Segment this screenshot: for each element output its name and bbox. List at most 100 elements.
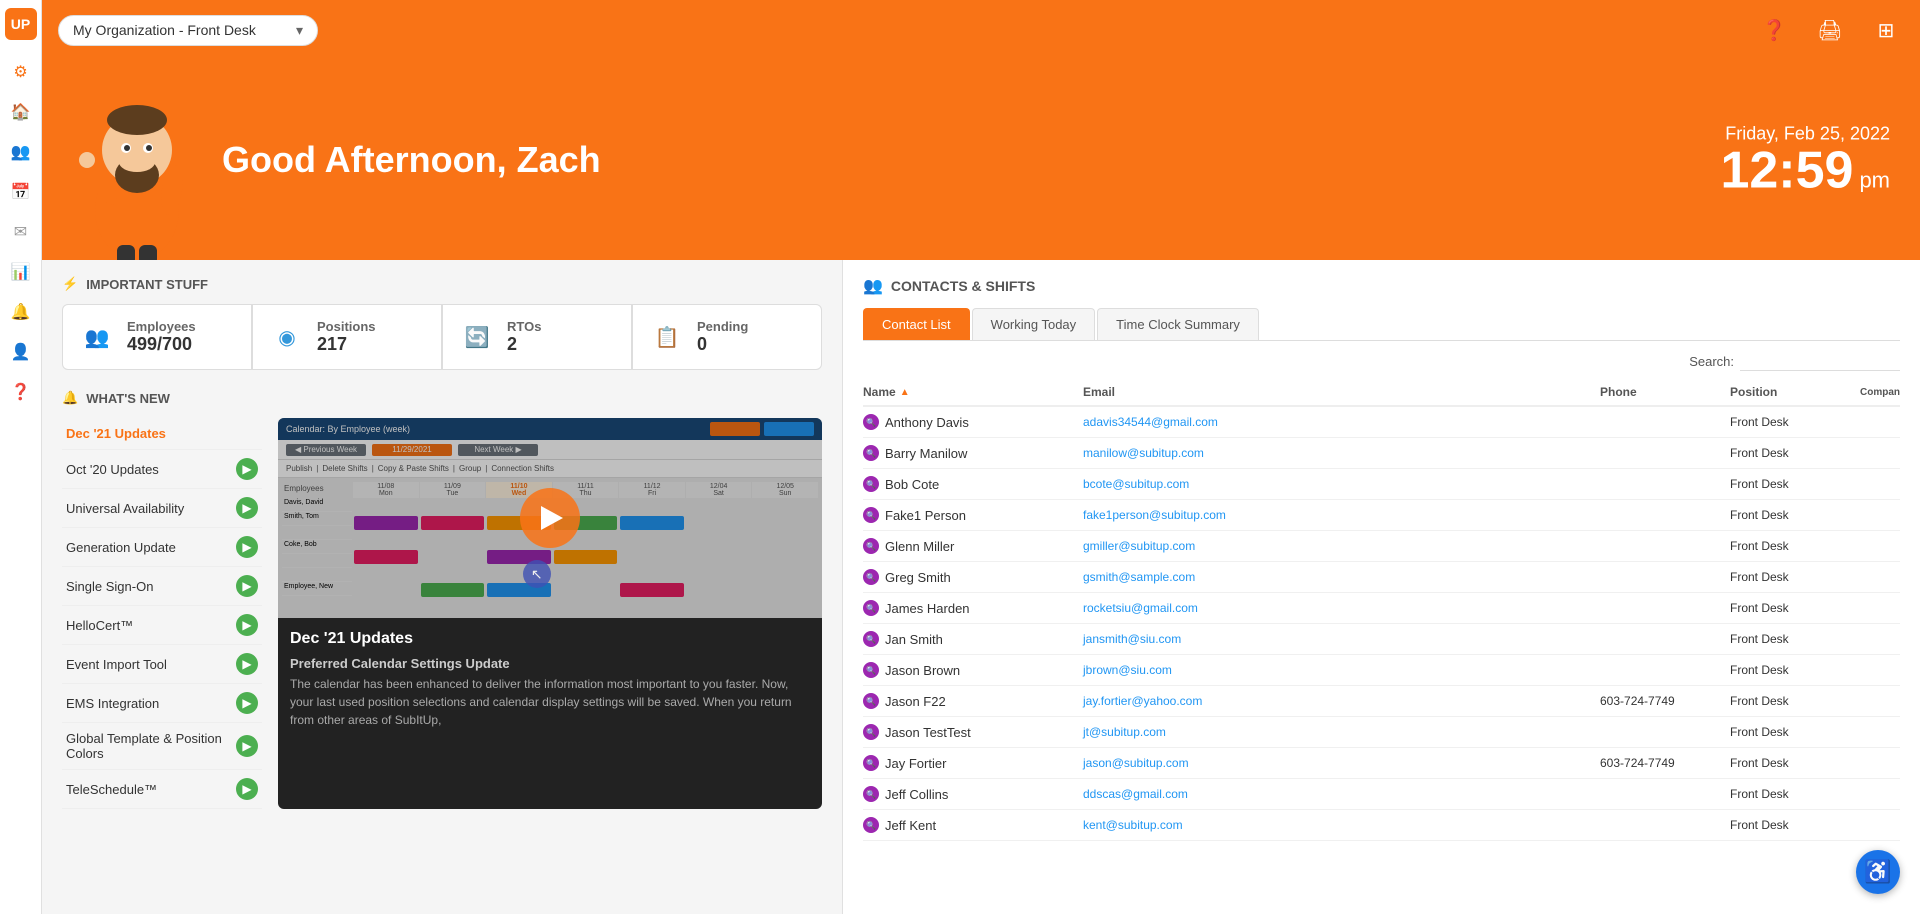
bell-icon: 🔔 [62, 390, 78, 406]
hero-banner: Good Afternoon, Zach Friday, Feb 25, 202… [42, 60, 1920, 260]
contact-search-icon-3[interactable]: 🔍 [863, 507, 879, 523]
td-position-5: Front Desk [1730, 570, 1860, 584]
stat-employees[interactable]: 👥 Employees 499/700 [63, 305, 251, 369]
news-item-label-universal: Universal Availability [66, 501, 184, 516]
table-row[interactable]: 🔍 Jan Smith jansmith@siu.com Front Desk [863, 624, 1900, 655]
accessibility-button[interactable]: ♿ [1856, 850, 1900, 894]
td-name-0: 🔍 Anthony Davis [863, 414, 1083, 430]
table-row[interactable]: 🔍 Jason F22 jay.fortier@yahoo.com 603-72… [863, 686, 1900, 717]
table-row[interactable]: 🔍 James Harden rocketsiu@gmail.com Front… [863, 593, 1900, 624]
tab-contact-list[interactable]: Contact List [863, 308, 970, 340]
td-name-6: 🔍 James Harden [863, 600, 1083, 616]
sidebar-icon-person[interactable]: 👤 [3, 334, 39, 370]
positions-label: Positions [317, 319, 376, 334]
table-row[interactable]: 🔍 Anthony Davis adavis34544@gmail.com Fr… [863, 407, 1900, 438]
sidebar-icon-question[interactable]: ❓ [3, 374, 39, 410]
news-item-event-import[interactable]: Event Import Tool ▶ [62, 645, 262, 684]
org-selector[interactable]: My Organization - Front Desk ▾ [58, 15, 318, 46]
tab-working-today[interactable]: Working Today [972, 308, 1096, 340]
print-icon[interactable]: 🖨 [1812, 12, 1848, 48]
td-position-13: Front Desk [1730, 818, 1860, 832]
whats-new-header: 🔔 WHAT'S NEW [62, 390, 822, 406]
td-phone-11: 603-724-7749 [1600, 756, 1730, 770]
video-thumbnail[interactable]: Calendar: By Employee (week) ◀ Previous … [278, 418, 822, 618]
video-subtitle: Preferred Calendar Settings Update [290, 656, 810, 671]
td-position-8: Front Desk [1730, 663, 1860, 677]
contact-search-icon-12[interactable]: 🔍 [863, 786, 879, 802]
contact-search-icon-5[interactable]: 🔍 [863, 569, 879, 585]
stat-positions[interactable]: ◉ Positions 217 [253, 305, 441, 369]
play-button[interactable] [520, 488, 580, 548]
table-row[interactable]: 🔍 Jeff Kent kent@subitup.com Front Desk [863, 810, 1900, 841]
contact-search-icon-0[interactable]: 🔍 [863, 414, 879, 430]
contact-search-icon-4[interactable]: 🔍 [863, 538, 879, 554]
table-row[interactable]: 🔍 Greg Smith gsmith@sample.com Front Des… [863, 562, 1900, 593]
news-arrow-generation: ▶ [236, 536, 258, 558]
table-row[interactable]: 🔍 Jason Brown jbrown@siu.com Front Desk [863, 655, 1900, 686]
contact-search-icon-6[interactable]: 🔍 [863, 600, 879, 616]
sidebar-icon-home[interactable]: 🏠 [3, 94, 39, 130]
news-arrow-oct20: ▶ [236, 458, 258, 480]
contacts-header: 👥 CONTACTS & SHIFTS [863, 276, 1900, 296]
contact-search-icon-13[interactable]: 🔍 [863, 817, 879, 833]
th-name[interactable]: Name ▲ [863, 385, 1083, 399]
sidebar-icon-calendar[interactable]: 📅 [3, 174, 39, 210]
news-item-oct20[interactable]: Oct '20 Updates ▶ [62, 450, 262, 489]
contacts-tabs: Contact List Working Today Time Clock Su… [863, 308, 1900, 341]
news-arrow-sso: ▶ [236, 575, 258, 597]
news-item-hellocert[interactable]: HelloCert™ ▶ [62, 606, 262, 645]
table-row[interactable]: 🔍 Glenn Miller gmiller@subitup.com Front… [863, 531, 1900, 562]
right-panel: 👥 CONTACTS & SHIFTS Contact List Working… [842, 260, 1920, 914]
sidebar-icon-bell[interactable]: 🔔 [3, 294, 39, 330]
table-row[interactable]: 🔍 Jason TestTest jt@subitup.com Front De… [863, 717, 1900, 748]
td-name-7: 🔍 Jan Smith [863, 631, 1083, 647]
contact-search-icon-2[interactable]: 🔍 [863, 476, 879, 492]
tab-time-clock[interactable]: Time Clock Summary [1097, 308, 1259, 340]
td-email-11: jason@subitup.com [1083, 756, 1600, 770]
stat-pending[interactable]: 📋 Pending 0 [633, 305, 821, 369]
news-item-label-event-import: Event Import Tool [66, 657, 167, 672]
table-row[interactable]: 🔍 Jay Fortier jason@subitup.com 603-724-… [863, 748, 1900, 779]
table-row[interactable]: 🔍 Bob Cote bcote@subitup.com Front Desk [863, 469, 1900, 500]
contact-search-icon-1[interactable]: 🔍 [863, 445, 879, 461]
contact-search-icon-9[interactable]: 🔍 [863, 693, 879, 709]
stat-rtos[interactable]: 🔄 RTOs 2 [443, 305, 631, 369]
search-input[interactable] [1740, 351, 1900, 371]
td-name-5: 🔍 Greg Smith [863, 569, 1083, 585]
pending-icon: 📋 [649, 319, 685, 355]
td-position-1: Front Desk [1730, 446, 1860, 460]
table-row[interactable]: 🔍 Jeff Collins ddscas@gmail.com Front De… [863, 779, 1900, 810]
sidebar-icon-users[interactable]: 👥 [3, 134, 39, 170]
news-item-sso[interactable]: Single Sign-On ▶ [62, 567, 262, 606]
contact-search-icon-8[interactable]: 🔍 [863, 662, 879, 678]
news-item-dec21[interactable]: Dec '21 Updates [62, 418, 262, 450]
td-name-11: 🔍 Jay Fortier [863, 755, 1083, 771]
news-item-universal[interactable]: Universal Availability ▶ [62, 489, 262, 528]
news-item-generation[interactable]: Generation Update ▶ [62, 528, 262, 567]
news-item-ems[interactable]: EMS Integration ▶ [62, 684, 262, 723]
rtos-value: 2 [507, 334, 541, 355]
news-item-teleschedule[interactable]: TeleSchedule™ ▶ [62, 770, 262, 809]
td-position-2: Front Desk [1730, 477, 1860, 491]
topbar-icons: ❓ 🖨 ⊞ [1756, 12, 1904, 48]
contact-search-icon-7[interactable]: 🔍 [863, 631, 879, 647]
sidebar-icon-gear[interactable]: ⚙ [3, 54, 39, 90]
contact-search-icon-10[interactable]: 🔍 [863, 724, 879, 740]
search-label: Search: [1689, 354, 1734, 369]
sort-name-icon: ▲ [900, 387, 910, 398]
td-email-5: gsmith@sample.com [1083, 570, 1600, 584]
app-logo[interactable]: UP [5, 8, 37, 40]
sidebar-icon-chart[interactable]: 📊 [3, 254, 39, 290]
contact-search-icon-11[interactable]: 🔍 [863, 755, 879, 771]
news-item-global-template[interactable]: Global Template & Position Colors ▶ [62, 723, 262, 770]
help-icon[interactable]: ❓ [1756, 12, 1792, 48]
table-row[interactable]: 🔍 Fake1 Person fake1person@subitup.com F… [863, 500, 1900, 531]
td-name-1: 🔍 Barry Manilow [863, 445, 1083, 461]
positions-value: 217 [317, 334, 376, 355]
news-arrow-ems: ▶ [236, 692, 258, 714]
sidebar-icon-mail[interactable]: ✉ [3, 214, 39, 250]
table-row[interactable]: 🔍 Barry Manilow manilow@subitup.com Fron… [863, 438, 1900, 469]
td-name-12: 🔍 Jeff Collins [863, 786, 1083, 802]
grid-icon[interactable]: ⊞ [1868, 12, 1904, 48]
video-panel: Calendar: By Employee (week) ◀ Previous … [278, 418, 822, 809]
